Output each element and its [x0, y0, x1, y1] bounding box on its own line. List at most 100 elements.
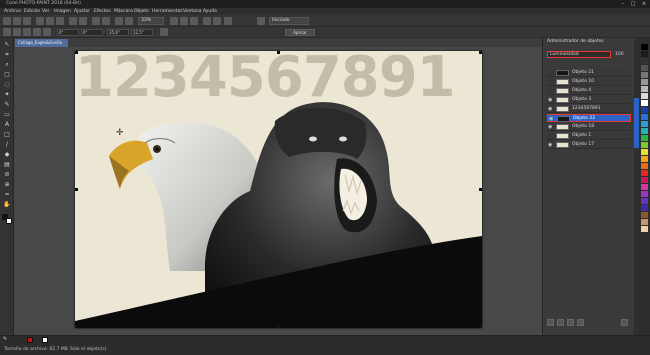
palette-swatch[interactable]	[641, 100, 648, 106]
gradient-tool-icon[interactable]: ▤	[3, 161, 11, 169]
width-field[interactable]: 35,6"	[107, 29, 129, 36]
palette-swatch[interactable]	[641, 198, 648, 204]
skew-icon[interactable]	[43, 28, 51, 36]
mask-tool-icon[interactable]: ▢	[3, 71, 11, 79]
layer-row[interactable]: ◉ 1234567891	[547, 105, 631, 113]
menu-imagen[interactable]: Imagen	[54, 9, 71, 14]
pick-tool-icon[interactable]: ↖	[3, 41, 11, 49]
palette-swatch[interactable]	[641, 58, 648, 64]
layer-row[interactable]: Objeto 10	[547, 78, 631, 86]
palette-swatch[interactable]	[641, 121, 648, 127]
object-icon[interactable]	[125, 17, 133, 25]
scale-icon[interactable]	[33, 28, 41, 36]
layer-row[interactable]: ◉ Objeto 18	[547, 123, 631, 131]
mask-object-icon[interactable]	[577, 319, 584, 326]
palette-swatch[interactable]	[641, 156, 648, 162]
open-file-icon[interactable]	[13, 17, 21, 25]
fill-color-swatch[interactable]	[27, 337, 33, 343]
palette-swatch[interactable]	[641, 135, 648, 141]
palette-swatch[interactable]	[641, 205, 648, 211]
palette-swatch[interactable]	[641, 149, 648, 155]
layer-row[interactable]: ◉ Objeto 3	[547, 96, 631, 104]
palette-swatch[interactable]	[641, 107, 648, 113]
palette-swatch[interactable]	[641, 93, 648, 99]
palette-swatch[interactable]	[641, 184, 648, 190]
visibility-eye-icon[interactable]: ◉	[548, 105, 554, 113]
menu-objeto[interactable]: Objeto	[134, 9, 149, 14]
visibility-eye-icon[interactable]: ◉	[549, 115, 555, 123]
redo-icon[interactable]	[79, 17, 87, 25]
rotate-icon[interactable]	[23, 28, 31, 36]
selection-handle-b[interactable]	[277, 325, 280, 328]
eyedropper-tool-icon[interactable]: ⊘	[3, 171, 11, 179]
palette-swatch[interactable]	[641, 177, 648, 183]
mask-icon[interactable]	[115, 17, 123, 25]
menu-edicion[interactable]: Edición	[24, 9, 40, 14]
palette-swatch[interactable]	[641, 142, 648, 148]
brush-tool-icon[interactable]: ✎	[3, 101, 11, 109]
combine-icon[interactable]	[567, 319, 574, 326]
x-position-field[interactable]: 0"	[57, 29, 79, 36]
menu-ver[interactable]: Ver	[42, 9, 49, 14]
eraser-tool-icon[interactable]: ▭	[3, 111, 11, 119]
hand-tool-icon[interactable]: ✋	[3, 201, 11, 209]
y-position-field[interactable]: 0"	[81, 29, 103, 36]
menu-mascara[interactable]: Máscara	[114, 9, 133, 14]
palette-swatch[interactable]	[641, 44, 648, 50]
palette-swatch[interactable]	[641, 170, 648, 176]
menu-archivo[interactable]: Archivo	[4, 9, 21, 14]
new-object-icon[interactable]	[547, 319, 554, 326]
visibility-eye-icon[interactable]: ◉	[548, 141, 554, 149]
image-canvas[interactable]: 1234567891	[75, 51, 482, 328]
minimize-icon[interactable]: –	[618, 0, 628, 8]
document-tab[interactable]: Collage_Eagle&Gorilla	[15, 39, 68, 47]
selection-handle-bl[interactable]	[75, 325, 78, 328]
copy-icon[interactable]	[46, 17, 54, 25]
selection-handle-r[interactable]	[479, 188, 482, 191]
fill-tool-icon[interactable]: ◆	[3, 151, 11, 159]
export-icon[interactable]	[102, 17, 110, 25]
palette-swatch[interactable]	[641, 79, 648, 85]
lasso-tool-icon[interactable]: ◌	[3, 81, 11, 89]
layer-row[interactable]: Objeto 1	[547, 132, 631, 140]
zoom-tool-icon[interactable]: ⌕	[3, 61, 11, 69]
palette-swatch[interactable]	[641, 86, 648, 92]
blend-mode-select[interactable]: Luminosidad	[547, 51, 611, 58]
height-field[interactable]: 12,5"	[131, 29, 153, 36]
menu-ayuda[interactable]: Ayuda	[203, 9, 217, 14]
lock-ratio-icon[interactable]	[160, 28, 168, 36]
settings-icon[interactable]	[257, 17, 265, 25]
menu-herramientas[interactable]: Herramientas	[152, 9, 183, 14]
text-tool-icon[interactable]: A	[3, 121, 11, 129]
palette-swatch[interactable]	[641, 114, 648, 120]
options-icon[interactable]	[224, 17, 232, 25]
workspace-select[interactable]: Iniciado	[269, 17, 309, 25]
pick-tool-icon[interactable]	[3, 28, 11, 36]
opacity-field[interactable]: 100	[615, 52, 624, 57]
palette-swatch[interactable]	[641, 72, 648, 78]
crop-tool-icon[interactable]: ⌗	[3, 51, 11, 59]
background-swatch[interactable]	[6, 218, 12, 224]
palette-swatch[interactable]	[641, 163, 648, 169]
menu-ajustar[interactable]: Ajustar	[74, 9, 90, 14]
selection-handle-br[interactable]	[479, 325, 482, 328]
selection-handle-t[interactable]	[277, 51, 280, 54]
new-lens-icon[interactable]	[557, 319, 564, 326]
fit-icon[interactable]	[170, 17, 178, 25]
selection-handle-tl[interactable]	[75, 51, 78, 54]
outline-color-swatch[interactable]	[42, 337, 48, 343]
guidelines-icon[interactable]	[203, 17, 211, 25]
snap-icon[interactable]	[213, 17, 221, 25]
visibility-eye-icon[interactable]: ◉	[548, 96, 554, 104]
visibility-eye-icon[interactable]: ◉	[548, 123, 554, 131]
cut-icon[interactable]	[36, 17, 44, 25]
selection-handle-l[interactable]	[75, 188, 78, 191]
line-tool-icon[interactable]: /	[3, 141, 11, 149]
palette-swatch[interactable]	[641, 65, 648, 71]
transform-icon[interactable]	[13, 28, 21, 36]
palette-swatch[interactable]	[641, 212, 648, 218]
palette-swatch[interactable]	[641, 219, 648, 225]
layer-row[interactable]: ◉ Objeto 17	[547, 141, 631, 149]
palette-swatch[interactable]	[641, 226, 648, 232]
new-file-icon[interactable]	[3, 17, 11, 25]
